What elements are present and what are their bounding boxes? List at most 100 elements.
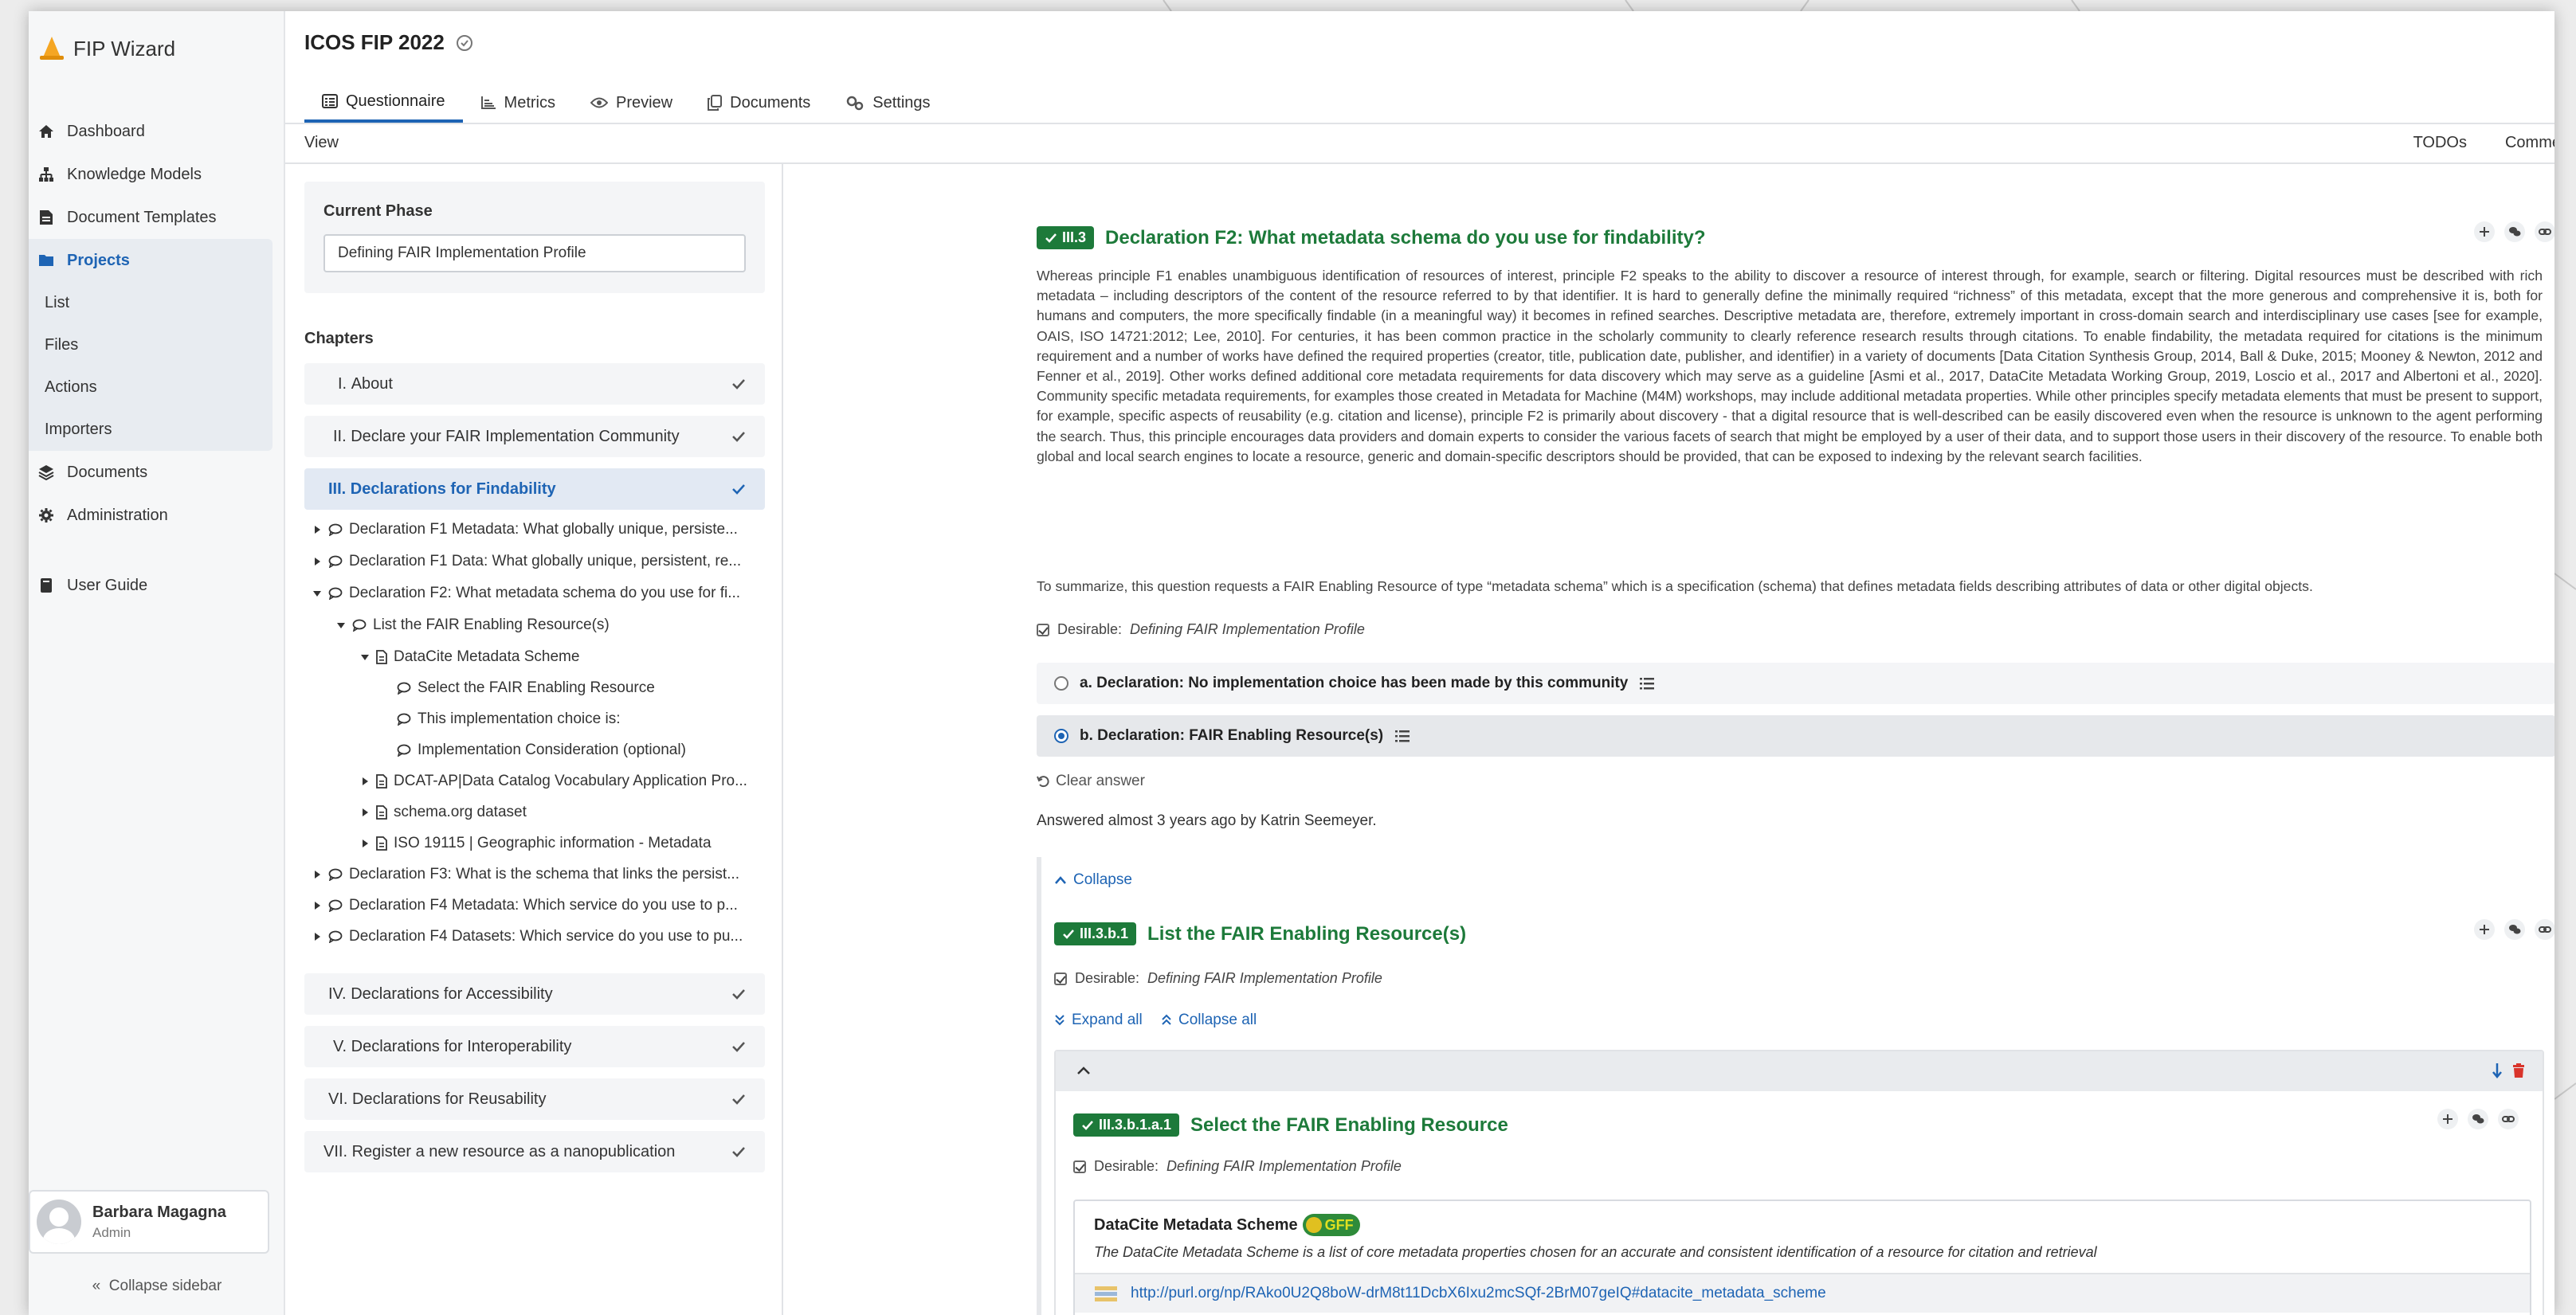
comment-icon — [328, 587, 343, 600]
tree-label: Select the FAIR Enabling Resource — [418, 679, 655, 696]
tab-settings[interactable]: Settings — [828, 83, 947, 123]
comment-icon — [397, 682, 411, 695]
fer-name-row: DataCite Metadata Scheme GFF — [1094, 1214, 1360, 1236]
chapter-item[interactable]: IV. Declarations for Accessibility — [304, 973, 765, 1015]
link-icon[interactable] — [2535, 919, 2554, 940]
question-description: Whereas principle F1 enables unambiguous… — [1037, 268, 2543, 464]
tree-item[interactable]: Declaration F1 Data: What globally uniqu… — [312, 553, 741, 570]
chapter-item[interactable]: I. About — [304, 363, 765, 405]
tree-item[interactable]: Declaration F1 Metadata: What globally u… — [312, 521, 738, 538]
collapse-sidebar-label: Collapse sidebar — [108, 1278, 222, 1294]
brand[interactable]: FIP Wizard — [38, 29, 175, 68]
file-template-icon — [37, 208, 56, 227]
clear-answer-link[interactable]: Clear answer — [1037, 773, 1145, 790]
tree-item[interactable]: This implementation choice is: — [397, 710, 621, 728]
plus-icon[interactable] — [2474, 919, 2495, 940]
chevron-up-icon[interactable] — [1076, 1066, 1091, 1075]
plus-icon[interactable] — [2437, 1109, 2458, 1129]
badge-text: III.3 — [1062, 229, 1087, 245]
chapter-label: Register a new resource as a nanopublica… — [351, 1142, 676, 1160]
desirable-prefix: Desirable: — [1057, 621, 1123, 637]
sidebar-item-documents[interactable]: Documents — [29, 451, 285, 494]
user-card[interactable]: Barbara Magagna Admin — [29, 1190, 269, 1254]
radio-button-selected[interactable] — [1054, 729, 1068, 743]
current-phase-label: Current Phase — [323, 202, 433, 220]
tab-questionnaire[interactable]: Questionnaire — [304, 83, 463, 123]
sidebar-subitem-list[interactable]: List — [29, 282, 272, 324]
tree-item[interactable]: Implementation Consideration (optional) — [397, 742, 686, 759]
sub-question-title: List the FAIR Enabling Resource(s) — [1147, 922, 1467, 945]
plus-icon[interactable] — [2474, 221, 2495, 242]
chapter-item[interactable]: V. Declarations for Interoperability — [304, 1026, 765, 1067]
check-square-icon — [1073, 1160, 1086, 1173]
answer-option[interactable]: a. Declaration: No implementation choice… — [1037, 663, 2554, 704]
badge-text: III.3.b.1 — [1080, 926, 1129, 941]
gff-badge-text: GFF — [1324, 1216, 1354, 1233]
trash-icon[interactable] — [2512, 1063, 2525, 1078]
expand-all-link[interactable]: Expand all — [1054, 1012, 1143, 1029]
tab-metrics[interactable]: Metrics — [463, 83, 573, 123]
tree-item[interactable]: DataCite Metadata Scheme — [360, 648, 579, 666]
view-toolbar: View TODOs Comme — [285, 123, 2554, 164]
tree-item[interactable]: Declaration F2: What metadata schema do … — [312, 585, 740, 602]
user-role: Admin — [92, 1224, 131, 1240]
tree-item[interactable]: Declaration F3: What is the schema that … — [312, 866, 739, 883]
tree-item[interactable]: DCAT-AP|Data Catalog Vocabulary Applicat… — [360, 773, 747, 790]
radio-button[interactable] — [1054, 676, 1068, 691]
chapter-item[interactable]: VII. Register a new resource as a nanopu… — [304, 1131, 765, 1172]
chapter-item-active[interactable]: III. Declarations for Findability — [304, 468, 765, 510]
check-icon — [732, 989, 745, 1000]
sidebar-item-document-templates[interactable]: Document Templates — [29, 196, 285, 239]
tab-preview[interactable]: Preview — [573, 83, 690, 123]
collapse-sidebar-button[interactable]: « Collapse sidebar — [29, 1278, 285, 1295]
todos-button[interactable]: TODOs — [2413, 134, 2467, 152]
undo-icon — [1037, 776, 1049, 788]
sidebar-item-knowledge-models[interactable]: Knowledge Models — [29, 153, 285, 196]
sidebar-item-user-guide[interactable]: User Guide — [29, 564, 285, 607]
comments-icon[interactable] — [2504, 221, 2525, 242]
sidebar-item-administration[interactable]: Administration — [29, 494, 285, 537]
tree-item[interactable]: Declaration F4 Metadata: Which service d… — [312, 897, 738, 914]
tree-item[interactable]: List the FAIR Enabling Resource(s) — [336, 616, 610, 634]
tab-label: Questionnaire — [346, 92, 445, 110]
chapter-item[interactable]: II. Declare your FAIR Implementation Com… — [304, 416, 765, 457]
tree-label: List the FAIR Enabling Resource(s) — [373, 616, 610, 633]
tree-item[interactable]: Select the FAIR Enabling Resource — [397, 679, 655, 697]
tree-label: Implementation Consideration (optional) — [418, 742, 686, 758]
arrow-down-icon[interactable] — [2492, 1063, 2503, 1078]
view-menu[interactable]: View — [304, 134, 339, 152]
comment-icon — [352, 619, 367, 632]
tab-documents[interactable]: Documents — [690, 83, 828, 123]
sidebar-subitem-actions[interactable]: Actions — [29, 366, 272, 409]
sidebar-subitem-files[interactable]: Files — [29, 324, 272, 366]
comments-icon[interactable] — [2468, 1109, 2488, 1129]
tab-label: Preview — [615, 93, 673, 112]
collapse-all-link[interactable]: Collapse all — [1161, 1012, 1257, 1029]
sidebar-item-label: Dashboard — [67, 122, 145, 140]
avatar — [37, 1200, 81, 1244]
sidebar-item-projects[interactable]: Projects — [29, 239, 272, 282]
desirable-tag: Desirable: Defining FAIR Implementation P… — [1037, 621, 1365, 638]
comments-button[interactable]: Comme — [2505, 134, 2554, 152]
link-icon[interactable] — [2498, 1109, 2519, 1129]
tree-item[interactable]: schema.org dataset — [360, 804, 527, 821]
tree-item[interactable]: Declaration F4 Datasets: Which service d… — [312, 928, 743, 945]
tree-label: schema.org dataset — [394, 804, 527, 820]
collapse-link[interactable]: Collapse — [1054, 871, 1132, 889]
sidebar-subitem-importers[interactable]: Importers — [29, 409, 272, 451]
collapse-label: Collapse — [1073, 871, 1132, 888]
answer-option-selected[interactable]: b. Declaration: FAIR Enabling Resource(s… — [1037, 715, 2554, 757]
phase-select[interactable]: Defining FAIR Implementation Profile — [323, 234, 746, 272]
check-circle-icon — [456, 34, 472, 51]
caret-down-icon — [361, 655, 369, 660]
chapter-item[interactable]: VI. Declarations for Reusability — [304, 1078, 765, 1120]
tree-item[interactable]: ISO 19115 | Geographic information - Met… — [360, 835, 712, 852]
sidebar-item-dashboard[interactable]: Dashboard — [29, 110, 285, 153]
fer-url-link[interactable]: http://purl.org/np/RAko0U2Q8boW-drM8t11D… — [1131, 1285, 1826, 1302]
caret-right-icon — [315, 871, 320, 879]
question-actions — [2474, 221, 2554, 242]
comments-icon[interactable] — [2504, 919, 2525, 940]
link-icon[interactable] — [2535, 221, 2554, 242]
double-chevron-down-icon — [1055, 1015, 1065, 1026]
fair-enabling-resource-card[interactable]: DataCite Metadata Scheme GFF The DataCit… — [1073, 1200, 2531, 1315]
